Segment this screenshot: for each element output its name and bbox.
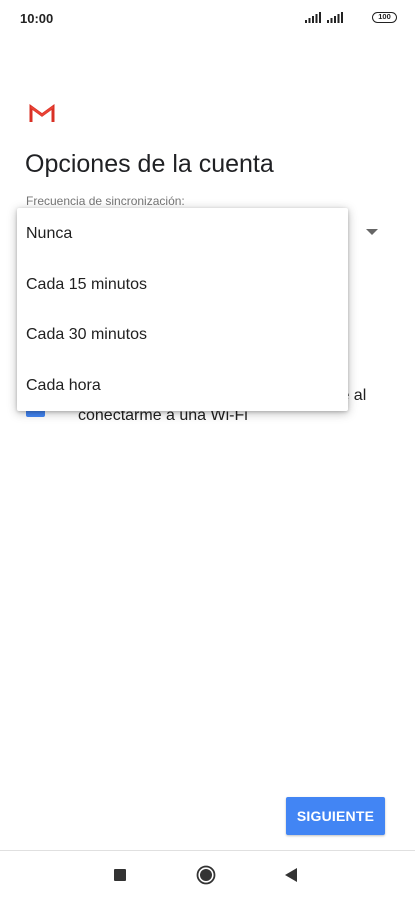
sync-frequency-label: Frecuencia de sincronización: <box>26 194 185 208</box>
signal-icon <box>305 12 321 23</box>
status-bar: 10:00 100 <box>0 0 415 36</box>
popup-option-hourly[interactable]: Cada hora <box>17 361 348 412</box>
screen: 10:00 100 Opciones de la cuenta Frecuenc… <box>0 0 415 900</box>
sync-frequency-popup: Nunca Cada 15 minutos Cada 30 minutos Ca… <box>17 208 348 411</box>
gmail-logo-icon <box>29 104 55 122</box>
square-icon[interactable] <box>114 869 126 881</box>
status-time: 10:00 <box>20 11 54 26</box>
battery-icon: 100 <box>372 12 397 23</box>
triangle-back-icon[interactable] <box>284 868 298 882</box>
popup-option-30-min[interactable]: Cada 30 minutos <box>17 310 348 361</box>
next-button[interactable]: SIGUIENTE <box>286 797 385 835</box>
signal-icon <box>327 12 343 23</box>
page-title: Opciones de la cuenta <box>25 150 274 178</box>
popup-option-never[interactable]: Nunca <box>17 209 348 260</box>
circle-icon[interactable] <box>196 865 216 885</box>
dropdown-arrow-icon[interactable] <box>366 229 378 235</box>
nav-bar <box>0 851 415 900</box>
popup-option-15-min[interactable]: Cada 15 minutos <box>17 260 348 311</box>
